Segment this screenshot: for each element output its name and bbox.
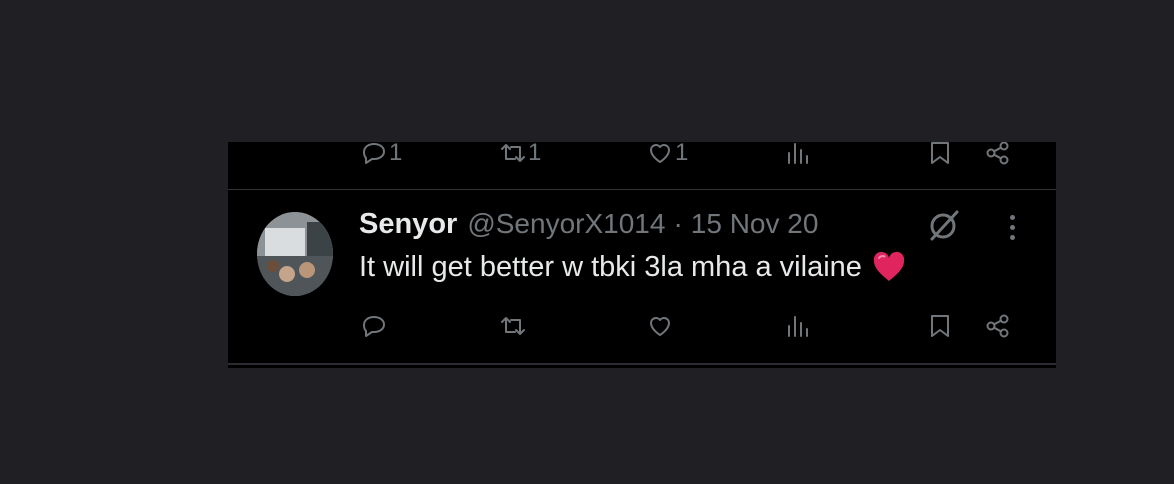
bookmark-icon (931, 142, 949, 164)
grok-icon[interactable] (924, 206, 962, 244)
tweet-body: It will get better w tbki 3la mha a vila… (359, 250, 862, 283)
timeline-panel: 1 1 1 Senyor @SenyorX1014 · 15 Nov 20 It… (228, 142, 1056, 368)
tweet-actions (228, 309, 1056, 343)
retweet-icon (501, 144, 525, 162)
retweet-icon (501, 317, 525, 335)
retweet-count: 1 (528, 142, 542, 166)
display-name[interactable]: Senyor (359, 208, 457, 241)
like-button[interactable] (646, 309, 674, 343)
share-icon (986, 314, 1009, 338)
reply-count: 1 (389, 142, 403, 166)
more-dot (1010, 215, 1015, 220)
more-dot (1010, 235, 1015, 240)
tweet-text: It will get better w tbki 3la mha a vila… (359, 250, 906, 284)
bookmark-button[interactable] (926, 142, 954, 170)
avatar-photo-person (279, 266, 295, 282)
more-icon[interactable] (1000, 212, 1024, 242)
share-button[interactable] (984, 309, 1012, 343)
like-icon (650, 317, 670, 336)
views-button[interactable] (784, 142, 812, 170)
heart-emoji (873, 251, 905, 281)
retweet-button[interactable]: 1 (499, 142, 541, 170)
tweet-divider (228, 189, 1056, 190)
like-button[interactable]: 1 (646, 142, 688, 170)
avatar-photo-person (267, 260, 279, 272)
views-icon (788, 143, 808, 164)
reply-icon (363, 316, 385, 337)
bookmark-button[interactable] (926, 309, 954, 343)
avatar[interactable] (257, 212, 333, 296)
reply-button[interactable] (360, 309, 388, 343)
like-icon (650, 144, 670, 163)
avatar-photo-person (299, 262, 315, 278)
user-handle[interactable]: @SenyorX1014 (467, 208, 665, 240)
avatar-photo-window (265, 228, 305, 256)
bookmark-icon (931, 315, 949, 337)
retweet-button[interactable] (499, 309, 527, 343)
reply-button[interactable]: 1 (360, 142, 402, 170)
tweet-date[interactable]: 15 Nov 20 (691, 208, 819, 240)
views-button[interactable] (784, 309, 812, 343)
views-icon (788, 316, 808, 337)
like-count: 1 (675, 142, 689, 166)
tweet-header: Senyor @SenyorX1014 · 15 Nov 20 (359, 204, 818, 244)
previous-tweet-actions: 1 1 1 (228, 142, 1056, 170)
share-button[interactable] (984, 142, 1012, 170)
tweet-divider (228, 363, 1056, 365)
reply-icon (363, 143, 385, 164)
share-icon (986, 142, 1009, 165)
header-separator: · (673, 208, 683, 239)
more-dot (1010, 225, 1015, 230)
